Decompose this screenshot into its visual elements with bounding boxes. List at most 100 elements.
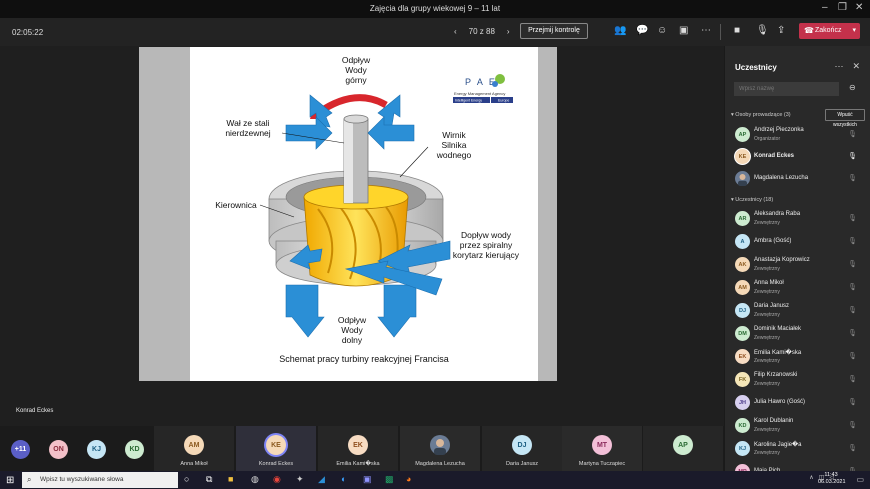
participant-row[interactable]: KJ Karolina Jagie�a Zewnętrzny 🎙 [725, 438, 870, 460]
participant-tile-speaking[interactable]: KE Konrad Eckes [236, 426, 316, 471]
avatar[interactable]: ON [49, 440, 68, 459]
participant-row[interactable]: AM Anna Mikoł Zewnętrzny 🎙 [725, 277, 870, 299]
participant-row[interactable]: AP Andrzej Pieczonka Organizator 🎙 [725, 124, 870, 146]
participant-row[interactable]: EK Emilia Kami�ska Zewnętrzny 🎙 [725, 346, 870, 368]
camera-icon[interactable]: ■ [734, 25, 740, 36]
mic-muted-icon[interactable]: 🎙 [848, 130, 857, 138]
participant-search-input[interactable] [734, 82, 839, 96]
excel-icon[interactable]: ▩ [385, 474, 394, 485]
chevron-down-icon[interactable]: ▾ [852, 23, 856, 39]
avatar: KE [266, 435, 286, 455]
mic-icon[interactable]: 🎙 [848, 152, 857, 160]
chrome-icon[interactable]: ◉ [273, 474, 281, 485]
participant-name: Aleksandra Raba [754, 211, 801, 217]
participant-tile[interactable]: DJ Daria Janusz [482, 426, 562, 471]
presenters-header[interactable]: ▾ Osoby prowadzące (3) [731, 112, 791, 118]
prev-slide-icon[interactable]: ‹ [454, 27, 457, 36]
minimize-button[interactable]: – [822, 2, 828, 13]
avatar: AK [735, 257, 750, 272]
participant-row[interactable]: KD Karol Dublanin Zewnętrzny 🎙 [725, 415, 870, 437]
share-link-icon[interactable]: ⊖ [849, 83, 856, 92]
avatar: KD [735, 418, 750, 433]
participant-tile[interactable]: EK Emilia Kami�ska [318, 426, 398, 471]
mic-muted-icon[interactable]: 🎙 [848, 398, 857, 406]
next-slide-icon[interactable]: › [507, 27, 510, 36]
mic-muted-icon[interactable]: 🎙 [848, 174, 857, 182]
label-top-outflow-3: górny [345, 75, 367, 85]
mic-muted-icon[interactable]: 🎙 [848, 237, 857, 245]
attendees-header[interactable]: ▾ Uczestnicy (18) [731, 197, 773, 203]
mic-muted-icon[interactable]: 🎙 [848, 352, 857, 360]
taskbar-clock[interactable]: 11:43 06.03.2021 [818, 472, 846, 486]
mic-muted-icon[interactable]: 🎙 [848, 329, 857, 337]
rooms-icon[interactable]: ▣ [679, 25, 688, 36]
avatar: AR [735, 211, 750, 226]
app-icon-2[interactable]: ✦ [296, 474, 304, 485]
close-icon[interactable]: ✕ [852, 61, 860, 72]
app-icon[interactable]: ◍ [251, 474, 259, 485]
label-bottom-outflow-3: dolny [342, 335, 363, 345]
mic-muted-icon[interactable]: 🎙 [848, 260, 857, 268]
taskbar-search-input[interactable]: ⌕ Wpisz tu wyszukiwane słowa [22, 472, 178, 488]
mic-muted-icon[interactable]: 🎙 [848, 444, 857, 452]
mic-muted-icon[interactable]: 🎙 [848, 214, 857, 222]
more-icon[interactable]: ⋯ [701, 25, 711, 36]
participant-tile[interactable]: Magdalena Lezucha [400, 426, 480, 471]
taskbar-search-placeholder: Wpisz tu wyszukiwane słowa [40, 476, 124, 483]
search-icon: ⌕ [27, 475, 32, 484]
tray-chevron-icon[interactable]: ∧ [809, 474, 813, 481]
participant-name: Konrad Eckes [258, 461, 294, 467]
participant-row[interactable]: FK Filip Krzanowski Zewnętrzny 🎙 [725, 369, 870, 391]
presenter-name: Konrad Eckes [16, 408, 54, 414]
participant-row[interactable]: AK Anastazja Koprowicz Zewnętrzny 🎙 [725, 254, 870, 276]
mic-muted-icon[interactable]: 🎙 [848, 375, 857, 383]
admit-all-button[interactable]: Wpuść wszystkich [825, 109, 865, 128]
participant-tile[interactable]: AM Anna Mikoł [154, 426, 234, 471]
panel-more-icon[interactable]: ⋯ [834, 61, 843, 72]
label-inflow-2: przez spiralny [460, 240, 513, 250]
participant-tile[interactable]: MT Martyna Tuczapiec [562, 426, 642, 471]
mic-icon[interactable]: 🎙 [756, 25, 769, 36]
participant-row[interactable]: JH Julia Hawro (Gość) 🎙 [725, 392, 870, 414]
more-participants-avatar[interactable]: +11 [11, 440, 30, 459]
label-top-outflow-2: Wody [345, 65, 367, 75]
windows-start-icon[interactable]: ⊞ [6, 475, 14, 486]
participant-row[interactable]: AR Aleksandra Raba Zewnętrzny 🎙 [725, 208, 870, 230]
file-explorer-icon[interactable]: ■ [228, 474, 233, 484]
toolbar-divider [720, 24, 721, 40]
task-view-icon[interactable]: ⧉ [206, 474, 212, 485]
maximize-button[interactable]: ❐ [838, 2, 847, 13]
avatar[interactable]: KJ [87, 440, 106, 459]
participant-row[interactable]: Magdalena Lezucha 🎙 [725, 168, 870, 190]
participant-row[interactable]: DJ Daria Janusz Zewnętrzny 🎙 [725, 300, 870, 322]
firefox-icon[interactable]: ◕ [406, 474, 411, 484]
windows-taskbar: ⊞ ⌕ Wpisz tu wyszukiwane słowa ○ ⧉ ■ ◍ ◉… [0, 471, 870, 489]
share-icon[interactable]: ⇪ [777, 25, 785, 36]
participants-icon[interactable]: 👥 [614, 25, 626, 36]
reactions-icon[interactable]: ☺ [657, 25, 667, 36]
mic-muted-icon[interactable]: 🎙 [848, 421, 857, 429]
participant-role: Zewnętrzny [754, 335, 780, 341]
edge-icon[interactable]: ◐ [341, 474, 346, 484]
chat-icon[interactable]: 💬 [636, 25, 648, 36]
participant-role: Zewnętrzny [754, 266, 780, 272]
participant-tile[interactable]: AP [643, 426, 723, 471]
participant-row[interactable]: A Ambra (Gość) 🎙 [725, 231, 870, 253]
end-meeting-button[interactable]: ☎ Zakończ ▾ [799, 23, 860, 39]
teams-icon[interactable]: ▣ [363, 474, 372, 485]
slide-pager: ‹ 70 z 88 › [454, 27, 510, 36]
cortana-icon[interactable]: ○ [184, 474, 189, 484]
clock-date: 06.03.2021 [818, 479, 846, 485]
participant-row[interactable]: DM Dominik Maciałek Zewnętrzny 🎙 [725, 323, 870, 345]
avatar[interactable]: KD [125, 440, 144, 459]
mic-muted-icon[interactable]: 🎙 [848, 283, 857, 291]
close-window-button[interactable]: ✕ [855, 2, 863, 13]
vscode-icon[interactable]: ◢ [318, 474, 325, 485]
participant-row[interactable]: KE Konrad Eckes 🎙 [725, 146, 870, 168]
attendees-header-label: Uczestnicy (18) [735, 197, 774, 203]
mic-muted-icon[interactable]: 🎙 [848, 306, 857, 314]
take-control-button[interactable]: Przejmij kontrolę [520, 23, 588, 39]
participant-name: Emilia Kami�ska [754, 350, 802, 356]
notifications-icon[interactable]: ▭ [856, 475, 864, 484]
participant-name: Emilia Kami�ska [336, 461, 380, 467]
